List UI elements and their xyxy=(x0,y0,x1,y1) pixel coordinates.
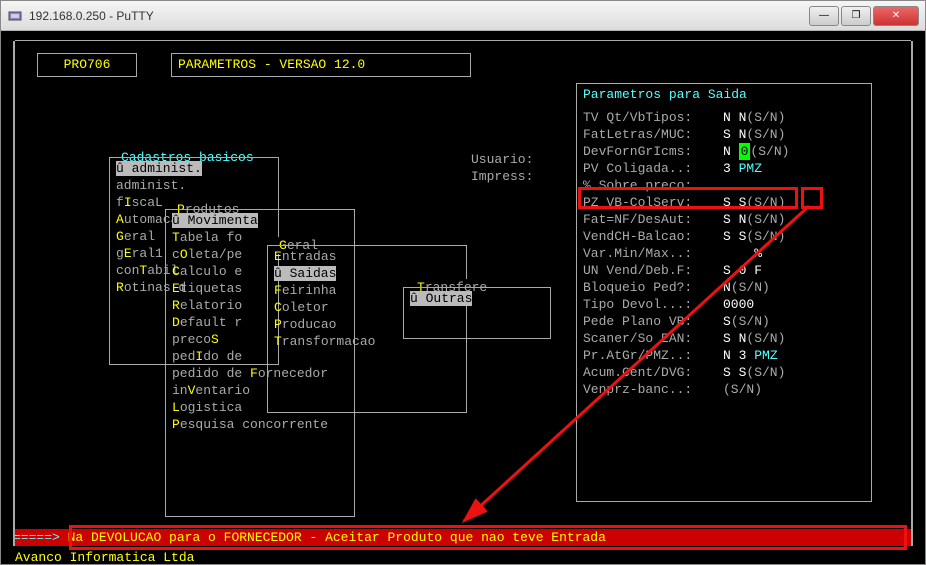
maximize-button[interactable]: ❐ xyxy=(841,6,871,26)
terminal[interactable]: PRO706 PARAMETROS - VERSAO 12.0 Usuario:… xyxy=(1,31,925,564)
param-row: Scaner/So EAN:S N (S/N) xyxy=(583,330,865,347)
highlight-box-param xyxy=(578,187,798,209)
param-row: Var.Min/Max..: % xyxy=(583,245,865,262)
header-code-box: PRO706 xyxy=(37,53,137,77)
params-title-text: Parametros para Saida xyxy=(583,87,747,102)
menu4: û Outras xyxy=(403,287,551,339)
param-row: DevFornGrIcms:N 0 (S/N) xyxy=(583,143,865,160)
params-panel-title: Parametros para Saida xyxy=(576,83,872,107)
close-button[interactable]: ✕ xyxy=(873,6,919,26)
window-title: 192.168.0.250 - PuTTY xyxy=(29,9,809,23)
usuario-label: Usuario: xyxy=(471,151,533,168)
param-row: Venprz-banc..: (S/N) xyxy=(583,381,865,398)
param-row: Pr.AtGr/PMZ..:N 3 PMZ xyxy=(583,347,865,364)
menu-item[interactable]: administ. xyxy=(116,177,272,194)
param-row: PV Coligada..:3 PMZ xyxy=(583,160,865,177)
titlebar: 192.168.0.250 - PuTTY — ❐ ✕ xyxy=(1,1,925,31)
param-row: VendCH-Balcao:S S (S/N) xyxy=(583,228,865,245)
header-code: PRO706 xyxy=(64,57,111,72)
menu-item[interactable]: û Movimenta xyxy=(172,212,348,229)
menu-item[interactable]: Entradas xyxy=(274,248,460,265)
param-row: FatLetras/MUC:S N (S/N) xyxy=(583,126,865,143)
param-row: Bloqueio Ped?:N (S/N) xyxy=(583,279,865,296)
param-row: Tipo Devol...:0000 xyxy=(583,296,865,313)
menu-item[interactable]: û administ. xyxy=(116,160,272,177)
params-panel: TV Qt/VbTipos:N N (S/N)FatLetras/MUC:S N… xyxy=(576,107,872,502)
header-title: PARAMETROS - VERSAO 12.0 xyxy=(178,57,365,72)
highlight-box-status xyxy=(69,525,907,550)
company-label: Avanco Informatica Ltda xyxy=(15,549,194,564)
header-title-box: PARAMETROS - VERSAO 12.0 xyxy=(171,53,471,77)
param-row: Acum.Cent/DVG:S S (S/N) xyxy=(583,364,865,381)
putty-icon xyxy=(7,8,23,24)
param-row: TV Qt/VbTipos:N N (S/N) xyxy=(583,109,865,126)
param-row: Pede Plano VB:S (S/N) xyxy=(583,313,865,330)
highlight-box-cursor xyxy=(801,187,823,209)
menu-item[interactable]: Pesquisa concorrente xyxy=(172,416,348,433)
impress-label: Impress: xyxy=(471,168,533,185)
titlebar-buttons: — ❐ ✕ xyxy=(809,6,919,26)
minimize-button[interactable]: — xyxy=(809,6,839,26)
status-arrows: =====> xyxy=(13,530,60,545)
param-row: Fat=NF/DesAut:S N (S/N) xyxy=(583,211,865,228)
app-window: 192.168.0.250 - PuTTY — ❐ ✕ PRO706 PARAM… xyxy=(0,0,926,565)
param-row: UN Vend/Deb.F:S 0 F xyxy=(583,262,865,279)
menu-item[interactable]: û Outras xyxy=(410,290,544,307)
